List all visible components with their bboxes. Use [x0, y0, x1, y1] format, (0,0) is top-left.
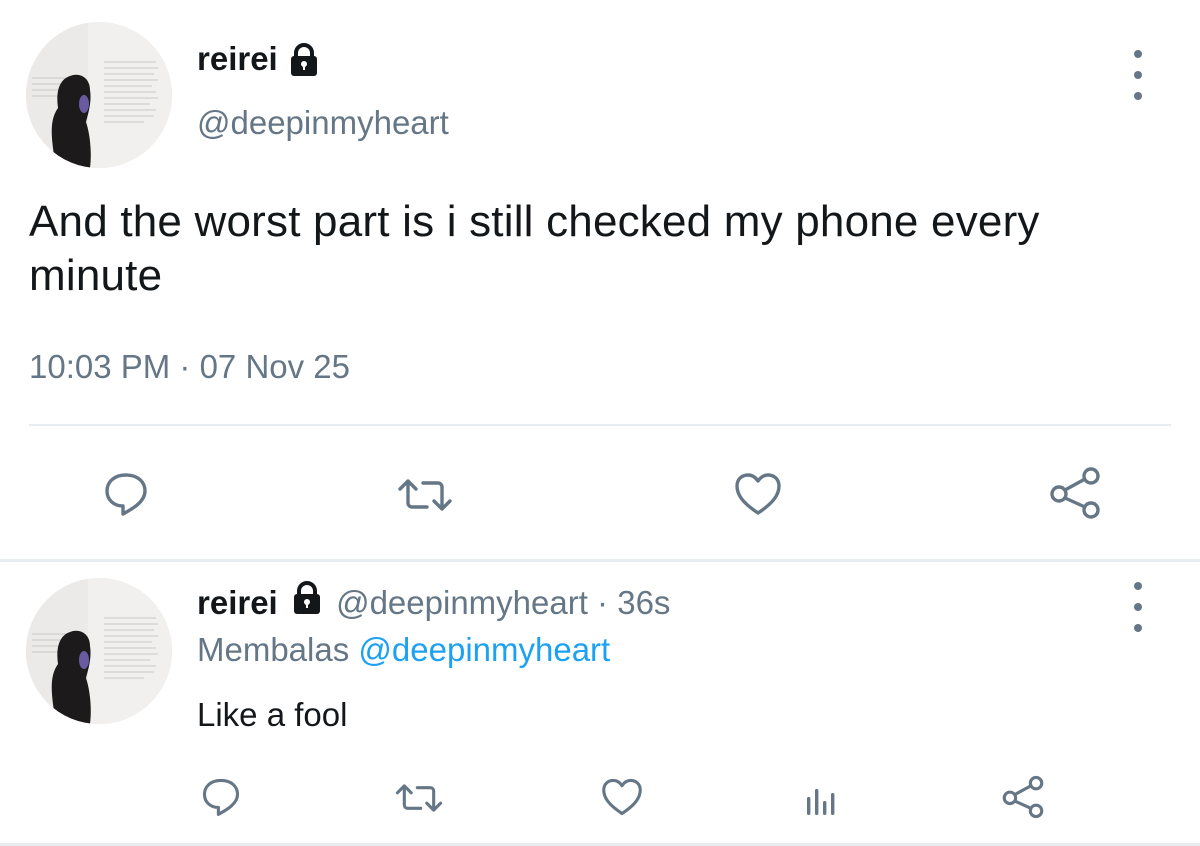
reply-header: reirei @deepinmyheart · 36s: [197, 581, 671, 623]
user-name-row: reirei: [197, 40, 320, 82]
reply-to-label: Membalas: [197, 631, 350, 668]
heart-icon[interactable]: [598, 774, 646, 820]
reply-to-line: Membalas @deepinmyheart: [197, 631, 610, 669]
share-icon[interactable]: [998, 772, 1048, 822]
avatar[interactable]: [26, 22, 172, 168]
reply-to-mention[interactable]: @deepinmyheart: [358, 631, 610, 668]
reply-text: Like a fool: [197, 696, 348, 733]
section-divider: [0, 559, 1200, 562]
tweet-text: And the worst part is i still checked my…: [29, 197, 1040, 300]
display-name[interactable]: reirei: [197, 584, 278, 621]
avatar-photo: [26, 578, 172, 724]
share-icon[interactable]: [1046, 464, 1104, 522]
retweet-icon[interactable]: [386, 776, 452, 820]
tweet-timestamp: 10:03 PM · 07 Nov 25: [29, 348, 351, 385]
user-handle[interactable]: @deepinmyheart: [197, 104, 449, 142]
user-handle[interactable]: @deepinmyheart: [336, 584, 588, 621]
tweet-time-ago: 36s: [617, 584, 671, 621]
lock-icon: [288, 43, 320, 82]
more-vertical-icon[interactable]: [1126, 582, 1150, 632]
reply-icon[interactable]: [198, 774, 244, 820]
heart-icon[interactable]: [730, 468, 786, 520]
retweet-icon[interactable]: [380, 470, 470, 520]
analytics-icon[interactable]: [800, 776, 840, 820]
reply-avatar[interactable]: [26, 578, 172, 724]
avatar-photo: [26, 22, 172, 168]
reply-icon[interactable]: [100, 468, 152, 520]
display-name[interactable]: reirei: [197, 40, 278, 77]
divider: [29, 424, 1171, 426]
more-vertical-icon[interactable]: [1126, 50, 1150, 100]
meta-separator: ·: [587, 584, 618, 621]
lock-icon: [291, 581, 323, 623]
